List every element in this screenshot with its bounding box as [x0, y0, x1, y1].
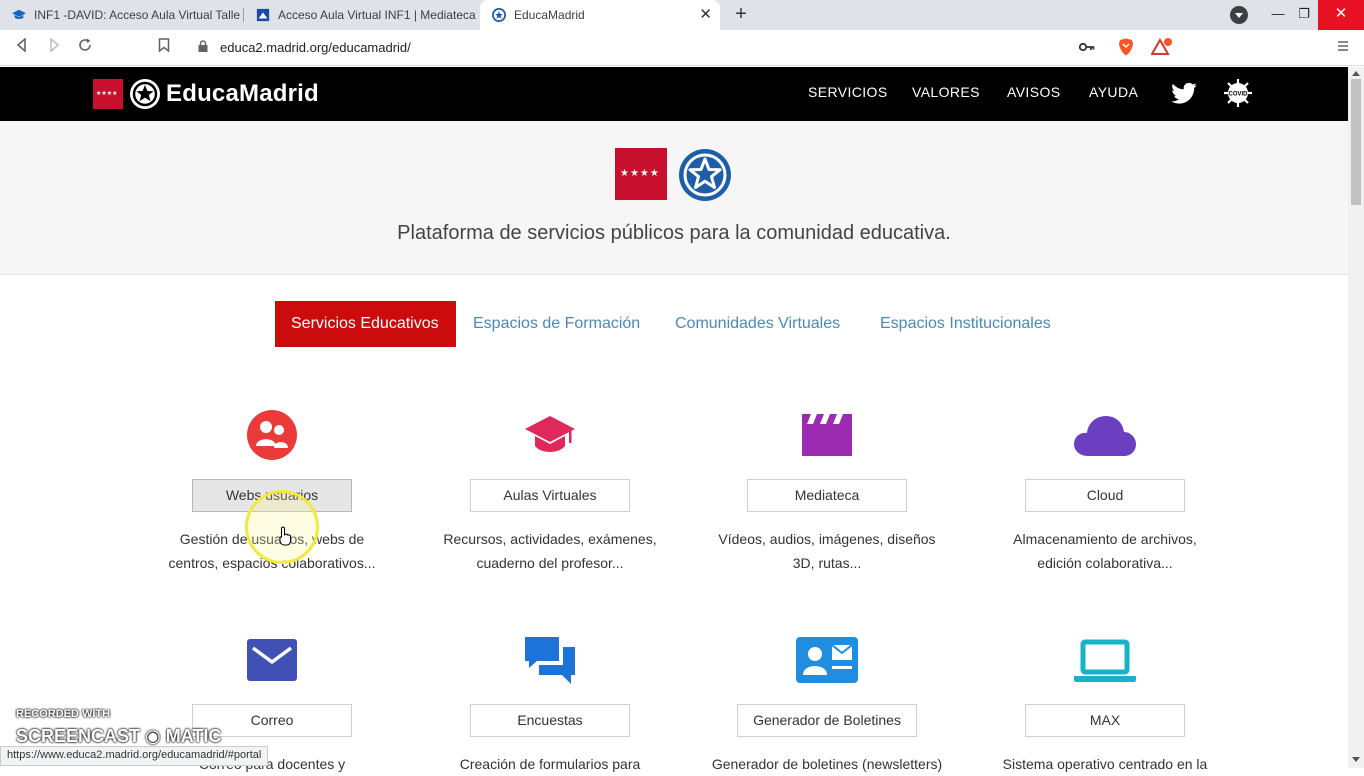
- bookmark-icon[interactable]: [154, 38, 174, 58]
- tab-espacios-institucionales[interactable]: Espacios Institucionales: [864, 301, 1067, 347]
- reload-icon[interactable]: [75, 38, 95, 58]
- tab-search-icon[interactable]: [1230, 6, 1248, 24]
- laptop-icon[interactable]: [1074, 635, 1136, 685]
- contact-card-icon[interactable]: [796, 635, 858, 685]
- chat-bubbles-icon[interactable]: [525, 635, 575, 685]
- educamadrid-favicon-icon: [492, 8, 506, 22]
- watermark-line2: SCREENCAST ◉ MATIC: [16, 726, 222, 746]
- tab-title: Acceso Aula Virtual INF1 | Mediateca: [278, 8, 476, 22]
- minimize-icon[interactable]: —: [1264, 0, 1292, 30]
- aulas-virtuales-button[interactable]: Aulas Virtuales: [470, 479, 630, 512]
- users-icon[interactable]: [247, 410, 297, 460]
- flag-stars: ★★★★: [620, 168, 660, 179]
- hero-banner: ★★★★ Plataforma de servicios públicos pa…: [0, 121, 1348, 275]
- encuestas-button[interactable]: Encuestas: [470, 704, 630, 737]
- max-button[interactable]: MAX: [1025, 704, 1185, 737]
- covid-label: COVID: [1228, 92, 1248, 98]
- envelope-icon[interactable]: [247, 635, 297, 685]
- new-tab-button[interactable]: +: [731, 4, 751, 25]
- service-description: edición colaborativa...: [1037, 555, 1173, 571]
- madrid-flag-icon: ★★★★: [615, 148, 667, 200]
- watermark-line1: RECORDED WITH: [16, 708, 111, 720]
- tab-title: INF1 -DAVID: Acceso Aula Virtual Talle: [34, 8, 241, 22]
- clapperboard-icon[interactable]: [802, 410, 852, 460]
- flag-stars: ★★★★: [96, 91, 118, 97]
- browser-toolbar: educa2.madrid.org/educamadrid/: [0, 30, 1364, 66]
- generador-boletines-button[interactable]: Generador de Boletines: [737, 704, 917, 737]
- educamadrid-star-icon: [679, 149, 731, 201]
- back-icon[interactable]: [12, 37, 32, 58]
- brave-rewards-icon[interactable]: [1150, 37, 1172, 58]
- tab-espacios-formacion[interactable]: Espacios de Formación: [457, 301, 656, 347]
- key-icon[interactable]: [1077, 38, 1097, 58]
- browser-tab-inf1-david[interactable]: INF1 -DAVID: Acceso Aula Virtual Talle: [0, 0, 244, 30]
- scroll-thumb[interactable]: [1351, 79, 1361, 205]
- covid-icon[interactable]: COVID: [1223, 78, 1253, 108]
- service-description: Almacenamiento de archivos,: [1013, 531, 1197, 547]
- tab-title: EducaMadrid: [514, 8, 585, 22]
- window-close-icon[interactable]: ✕: [1318, 0, 1364, 30]
- service-description: Creación de formularios para: [459, 756, 641, 772]
- nav-avisos[interactable]: AVISOS: [1007, 84, 1061, 100]
- mediateca-button[interactable]: Mediateca: [747, 479, 907, 512]
- service-description: Sistema operativo centrado en la: [1002, 756, 1208, 772]
- close-tab-icon[interactable]: ✕: [699, 7, 712, 23]
- service-description: Vídeos, audios, imágenes, diseños: [718, 531, 936, 547]
- service-description: Generador de boletines (newsletters): [711, 756, 943, 772]
- platform-subtitle: Plataforma de servicios públicos para la…: [397, 222, 951, 244]
- cloud-icon[interactable]: [1074, 410, 1136, 460]
- lock-icon[interactable]: [198, 40, 208, 52]
- brave-shield-icon[interactable]: [1116, 38, 1136, 58]
- graduation-cap-icon[interactable]: [525, 410, 575, 460]
- nav-ayuda[interactable]: AYUDA: [1089, 84, 1138, 100]
- tab-comunidades-virtuales[interactable]: Comunidades Virtuales: [659, 301, 856, 347]
- educamadrid-star-logo-icon[interactable]: [129, 78, 161, 110]
- service-description: Recursos, actividades, exámenes,: [443, 531, 657, 547]
- brand-name[interactable]: EducaMadrid: [166, 80, 319, 108]
- service-description: cuaderno del profesor...: [476, 555, 624, 571]
- browser-tab-educamadrid[interactable]: EducaMadrid ✕: [480, 0, 720, 30]
- cloud-button[interactable]: Cloud: [1025, 479, 1185, 512]
- page-scrollbar[interactable]: [1348, 67, 1364, 768]
- browser-tab-mediateca[interactable]: Acceso Aula Virtual INF1 | Mediateca: [244, 0, 480, 30]
- madrid-flag-logo[interactable]: ★★★★: [93, 79, 123, 109]
- scroll-down-icon[interactable]: [1352, 757, 1360, 762]
- twitter-icon[interactable]: [1170, 80, 1198, 108]
- tab-servicios-educativos[interactable]: Servicios Educativos: [275, 301, 456, 347]
- menu-icon[interactable]: [1333, 38, 1353, 58]
- screencast-watermark: RECORDED WITH SCREENCAST ◉ MATIC: [16, 708, 221, 747]
- service-description: 3D, rutas...: [792, 555, 862, 571]
- site-header: ★★★★ EducaMadrid SERVICIOS VALORES AVISO…: [0, 67, 1348, 121]
- graduation-cap-icon: [12, 9, 26, 19]
- restore-icon[interactable]: ❐: [1290, 0, 1318, 30]
- nav-valores[interactable]: VALORES: [912, 84, 980, 100]
- hand-cursor-icon: [279, 526, 291, 546]
- mediateca-favicon-icon: [256, 8, 270, 22]
- scroll-up-icon[interactable]: [1352, 71, 1360, 76]
- nav-servicios[interactable]: SERVICIOS: [808, 84, 888, 100]
- status-bar-url: https://www.educa2.madrid.org/educamadri…: [0, 746, 269, 766]
- browser-tab-bar: INF1 -DAVID: Acceso Aula Virtual Talle A…: [0, 0, 1364, 30]
- forward-icon[interactable]: [44, 37, 64, 58]
- address-bar[interactable]: educa2.madrid.org/educamadrid/: [220, 40, 411, 55]
